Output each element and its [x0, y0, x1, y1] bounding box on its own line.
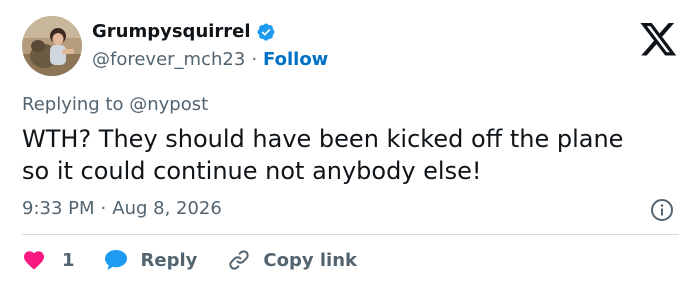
- heart-icon: [24, 251, 44, 270]
- replying-to: Replying to @nypost: [22, 94, 208, 116]
- avatar[interactable]: [22, 16, 82, 76]
- tweet-time[interactable]: 9:33 PM: [22, 198, 95, 220]
- speech-bubble-icon: [104, 250, 127, 270]
- reply-button[interactable]: Reply: [103, 248, 198, 272]
- reply-label: Reply: [140, 249, 198, 271]
- x-logo-icon[interactable]: [640, 23, 678, 57]
- handle-row: @forever_mch23 · Follow: [92, 49, 328, 71]
- copy-link-button[interactable]: Copy link: [227, 248, 357, 272]
- like-button[interactable]: 1: [22, 248, 75, 272]
- copy-link-label: Copy link: [263, 249, 357, 271]
- like-count: 1: [62, 249, 75, 271]
- verified-badge-icon: [257, 23, 275, 41]
- tweet-card: Grumpysquirrel @forever_mch23 · Follow R…: [0, 0, 700, 287]
- reply-mention-link[interactable]: @nypost: [129, 94, 208, 115]
- follow-button[interactable]: Follow: [263, 49, 328, 71]
- divider: [22, 234, 679, 235]
- tweet-text: WTH? They should have been kicked off th…: [22, 125, 624, 185]
- user-name-row: Grumpysquirrel: [92, 21, 276, 43]
- timestamp-separator: ·: [100, 198, 107, 219]
- display-name[interactable]: Grumpysquirrel: [92, 21, 251, 43]
- info-icon[interactable]: [650, 198, 674, 222]
- tweet-date[interactable]: Aug 8, 2026: [112, 198, 222, 220]
- separator-dot: ·: [251, 49, 258, 70]
- replying-prefix: Replying to: [22, 94, 130, 115]
- user-handle[interactable]: @forever_mch23: [92, 49, 245, 71]
- avatar-image: [22, 16, 82, 76]
- tweet-timestamp: 9:33 PM · Aug 8, 2026: [22, 198, 222, 220]
- action-bar: 1 Reply Copy link: [22, 246, 357, 274]
- link-icon: [229, 250, 250, 270]
